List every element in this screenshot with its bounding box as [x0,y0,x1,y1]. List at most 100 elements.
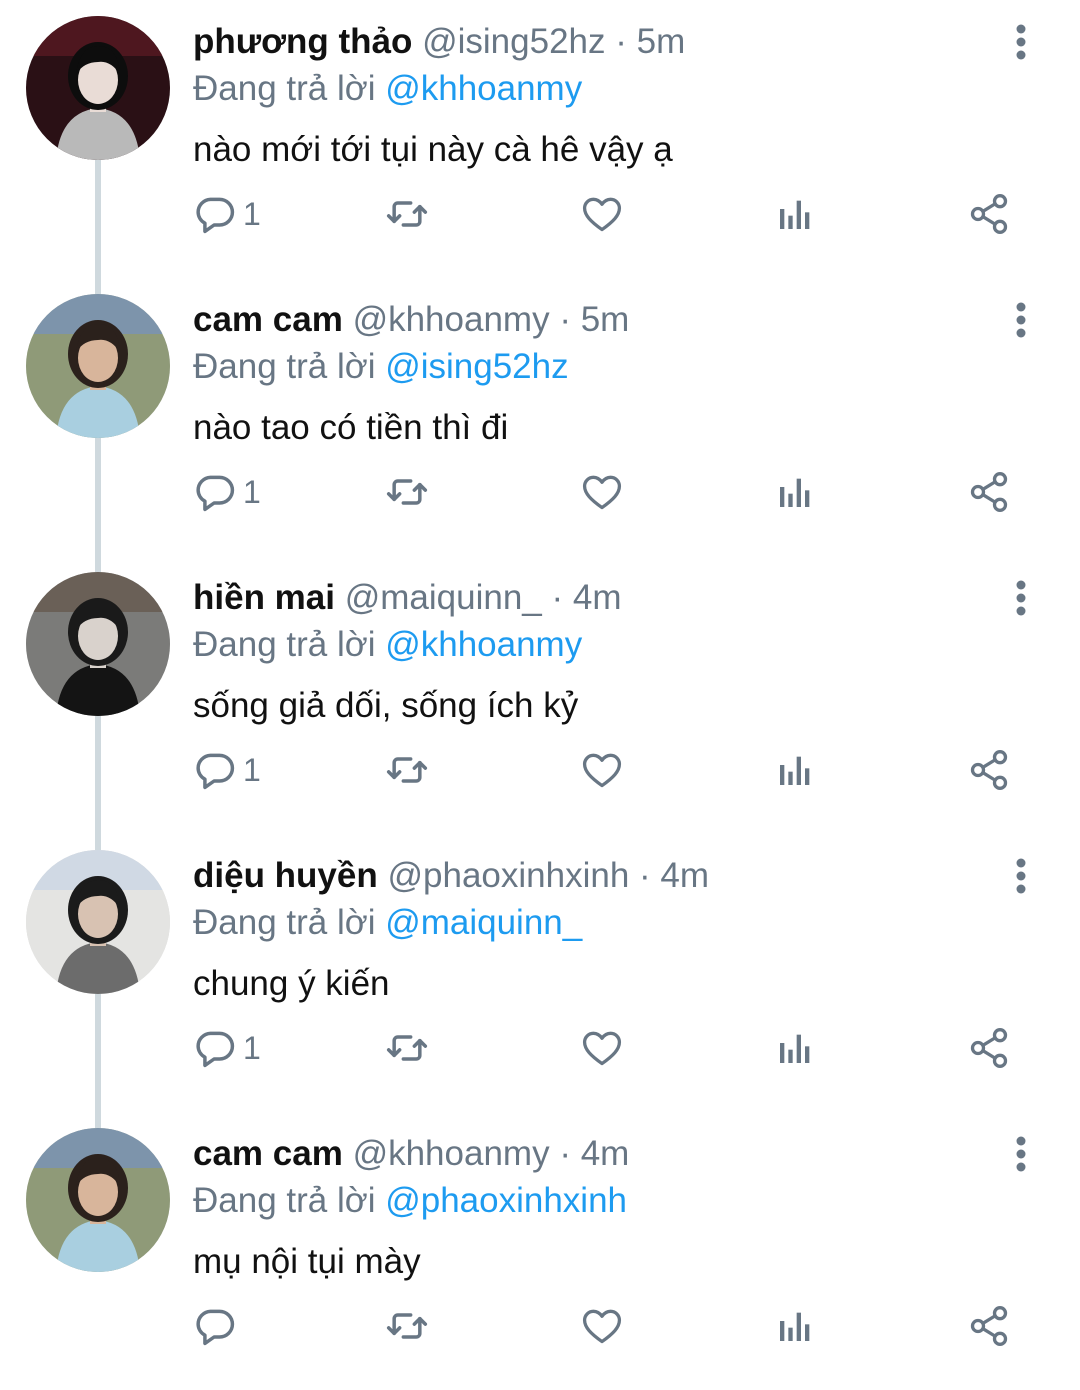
like-button[interactable] [579,460,625,524]
more-options-button[interactable] [1003,576,1039,620]
tweet-actions: 1 [193,738,1053,802]
mention-link[interactable]: @phaoxinhxinh [385,1181,627,1220]
timestamp[interactable]: 4m [573,578,622,617]
tweet-text: nào mới tới tụi này cà hê vậy ạ [193,130,673,169]
view-stats-button[interactable] [775,738,815,802]
reply-button[interactable] [193,1294,243,1358]
tweet-header: cam cam @khhoanmy · 4m [193,1132,629,1176]
display-name[interactable]: cam cam [193,300,343,339]
view-stats-button[interactable] [775,182,815,246]
timestamp[interactable]: 4m [660,856,709,895]
tweet-actions [193,1294,1053,1358]
separator-dot: · [551,578,564,617]
share-icon [970,750,1008,790]
user-handle[interactable]: @khhoanmy [353,300,550,339]
tweet-actions: 1 [193,460,1053,524]
share-button[interactable] [967,1294,1011,1358]
replying-to: Đang trả lời @phaoxinhxinh [193,1179,627,1223]
more-vertical-icon [1016,302,1026,338]
avatar-photo [26,1128,170,1272]
share-button[interactable] [967,1016,1011,1080]
display-name[interactable]: hiền mai [193,578,335,617]
timestamp[interactable]: 5m [581,300,630,339]
reply-icon [196,197,235,234]
display-name[interactable]: phương thảo [193,22,412,61]
view-stats-button[interactable] [775,1016,815,1080]
avatar[interactable] [26,850,170,994]
display-name[interactable]: cam cam [193,1134,343,1173]
user-handle[interactable]: @maiquinn_ [345,578,542,617]
share-button[interactable] [967,460,1011,524]
stats-icon [780,756,810,785]
reply-thread: phương thảo @ising52hz · 5m Đang trả lời… [0,0,1080,1379]
view-stats-button[interactable] [775,1294,815,1358]
share-icon [970,194,1008,234]
share-button[interactable] [967,182,1011,246]
like-button[interactable] [579,1294,625,1358]
heart-icon [582,197,622,232]
mention-link[interactable]: @khhoanmy [385,69,582,108]
like-button[interactable] [579,182,625,246]
tweet-text: chung ý kiến [193,964,390,1003]
retweet-icon [386,1035,428,1061]
replying-to: Đang trả lời @maiquinn_ [193,901,582,945]
replying-to-label: Đang trả lời [193,903,376,942]
timestamp[interactable]: 4m [581,1134,630,1173]
reply-button[interactable]: 1 [193,738,261,802]
reply-button[interactable]: 1 [193,182,261,246]
reply-button[interactable]: 1 [193,1016,261,1080]
heart-icon [582,753,622,788]
retweet-button[interactable] [383,738,431,802]
like-button[interactable] [579,738,625,802]
share-button[interactable] [967,738,1011,802]
tweet[interactable]: cam cam @khhoanmy · 4m Đang trả lời @pha… [0,1112,1080,1390]
display-name[interactable]: diệu huyền [193,856,378,895]
avatar[interactable] [26,294,170,438]
replying-to-label: Đang trả lời [193,347,376,386]
more-options-button[interactable] [1003,20,1039,64]
share-icon [970,1028,1008,1068]
reply-icon [196,475,235,512]
retweet-button[interactable] [383,460,431,524]
mention-link[interactable]: @ising52hz [385,347,568,386]
retweet-button[interactable] [383,1016,431,1080]
avatar-photo [26,850,170,994]
mention-link[interactable]: @khhoanmy [385,625,582,664]
reply-icon [196,1031,235,1068]
more-options-button[interactable] [1003,1132,1039,1176]
share-icon [970,1306,1008,1346]
heart-icon [582,1309,622,1344]
more-vertical-icon [1016,24,1026,60]
tweet[interactable]: diệu huyền @phaoxinhxinh · 4m Đang trả l… [0,834,1080,1112]
replying-to: Đang trả lời @ising52hz [193,345,569,389]
replying-to-label: Đang trả lời [193,69,376,108]
retweet-button[interactable] [383,1294,431,1358]
tweet[interactable]: cam cam @khhoanmy · 5m Đang trả lời @isi… [0,278,1080,556]
tweet[interactable]: hiền mai @maiquinn_ · 4m Đang trả lời @k… [0,556,1080,834]
view-stats-button[interactable] [775,460,815,524]
user-handle[interactable]: @phaoxinhxinh [387,856,629,895]
retweet-button[interactable] [383,182,431,246]
more-options-button[interactable] [1003,298,1039,342]
reply-count: 1 [243,1029,261,1066]
more-options-button[interactable] [1003,854,1039,898]
share-icon [970,472,1008,512]
separator-dot: · [615,22,627,61]
replying-to-label: Đang trả lời [193,1181,376,1220]
avatar[interactable] [26,1128,170,1272]
stats-icon [780,478,810,507]
retweet-icon [386,1313,428,1339]
more-vertical-icon [1016,858,1026,894]
stats-icon [780,200,810,229]
user-handle[interactable]: @ising52hz [422,22,605,61]
avatar[interactable] [26,572,170,716]
like-button[interactable] [579,1016,625,1080]
tweet-text: mụ nội tụi mày [193,1242,421,1281]
timestamp[interactable]: 5m [637,22,686,61]
tweet[interactable]: phương thảo @ising52hz · 5m Đang trả lời… [0,0,1080,278]
mention-link[interactable]: @maiquinn_ [385,903,582,942]
reply-icon [196,1309,235,1346]
user-handle[interactable]: @khhoanmy [353,1134,550,1173]
avatar[interactable] [26,16,170,160]
reply-button[interactable]: 1 [193,460,261,524]
